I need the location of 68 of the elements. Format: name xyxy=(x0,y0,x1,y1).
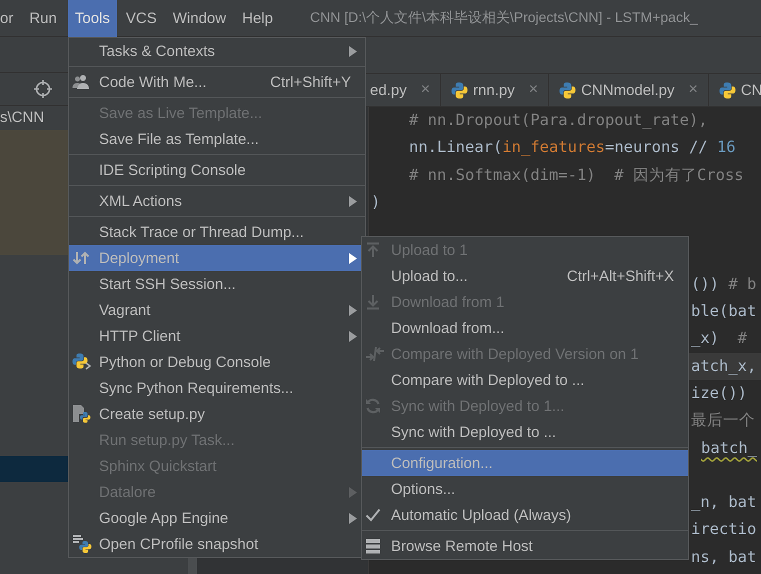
python-file-icon xyxy=(559,82,576,98)
menu-item[interactable]: Sync Python Requirements... xyxy=(69,375,365,401)
code-line: ) xyxy=(371,192,380,211)
menu-item[interactable]: Python or Debug Console xyxy=(69,349,365,375)
menu-item[interactable]: Start SSH Session... xyxy=(69,271,365,297)
checkmark-icon xyxy=(365,508,381,522)
menu-item[interactable]: Open CProfile snapshot xyxy=(69,531,365,557)
menu-item[interactable]: IDE Scripting Console xyxy=(69,157,365,183)
menu-item[interactable]: Google App Engine xyxy=(69,505,365,531)
code-line: ()) # b xyxy=(691,274,756,293)
download-icon xyxy=(365,294,381,310)
code-line: # nn.Softmax(dim=-1) # 因为有了Cross xyxy=(409,166,744,184)
people-icon xyxy=(72,74,90,90)
menu-bar-item[interactable]: Tools xyxy=(68,0,117,37)
menu-item[interactable]: Code With Me... Ctrl+Shift+Y xyxy=(69,69,365,95)
window-title: CNN [D:\个人文件\本科毕设相关\Projects\CNN] - LSTM+pack_ xyxy=(310,9,698,27)
menu-item[interactable]: Automatic Upload (Always) xyxy=(362,502,688,528)
submenu-arrow-icon xyxy=(349,46,357,56)
code-line: atch_x, xyxy=(691,356,756,375)
menu-item[interactable]: Upload to... Ctrl+Alt+Shift+X xyxy=(362,263,688,289)
menu-item[interactable]: Browse Remote Host xyxy=(362,533,688,559)
menu-item[interactable]: HTTP Client xyxy=(69,323,365,349)
python-console-icon xyxy=(72,353,92,371)
code-line: _n, bat xyxy=(691,493,756,512)
menu-item[interactable]: Tasks & Contexts xyxy=(69,38,365,64)
editor-tab[interactable]: rnn.py × xyxy=(441,74,550,106)
python-file-icon xyxy=(718,82,736,98)
code-line: 最后一个 xyxy=(691,411,755,430)
menu-bar-item[interactable]: Run xyxy=(22,0,64,37)
submenu-arrow-icon xyxy=(349,252,357,264)
code-line: batch_ xyxy=(700,438,757,457)
menu-item[interactable]: Sync with Deployed to ... xyxy=(362,419,688,445)
code-line: # nn.Dropout(Para.dropout_rate), xyxy=(409,111,708,129)
code-line: irectio xyxy=(691,520,756,538)
editor-tab[interactable]: CN xyxy=(708,74,761,106)
submenu-arrow-icon xyxy=(349,512,357,524)
code-line: _x) # xyxy=(691,329,748,348)
menu-item[interactable]: Save File as Template... xyxy=(69,126,365,152)
project-path: s\CNN xyxy=(0,108,44,128)
submenu-arrow-icon xyxy=(349,196,357,206)
menu-item[interactable]: Vagrant xyxy=(69,297,365,323)
menu-item[interactable]: Options... xyxy=(362,476,688,502)
upload-icon xyxy=(365,242,381,258)
code-line: nn.Linear(in_features=neurons // 16 xyxy=(409,138,736,156)
python-profile-icon xyxy=(72,535,94,553)
server-icon xyxy=(365,538,381,554)
menu-item[interactable]: XML Actions xyxy=(69,188,365,214)
menu-item[interactable]: Stack Trace or Thread Dump... xyxy=(69,219,365,245)
menu-bar-item[interactable]: or xyxy=(0,0,20,37)
submenu-arrow-icon xyxy=(349,486,357,498)
locate-icon[interactable] xyxy=(34,80,52,98)
code-line: ns, bat xyxy=(691,548,756,566)
code-line: ize()) xyxy=(691,384,747,402)
python-file-icon xyxy=(72,405,92,423)
up-down-arrows-icon xyxy=(72,250,90,266)
code-line: ble(bat xyxy=(691,302,756,320)
menu-item[interactable]: Compare with Deployed to ... xyxy=(362,367,688,393)
menu-bar-item[interactable]: Window xyxy=(166,0,234,37)
menu-item[interactable]: Download from... xyxy=(362,315,688,341)
menu-bar-item[interactable]: VCS xyxy=(118,0,164,37)
submenu-arrow-icon xyxy=(349,330,357,342)
menu-item[interactable]: Create setup.py xyxy=(69,401,365,427)
sync-icon xyxy=(365,398,381,414)
submenu-arrow-icon xyxy=(349,304,357,316)
compare-arrows-icon xyxy=(365,346,385,362)
editor-tab[interactable]: CNNmodel.py × xyxy=(549,74,709,106)
menu-bar-item[interactable]: Help xyxy=(235,0,280,37)
python-file-icon xyxy=(451,82,468,98)
